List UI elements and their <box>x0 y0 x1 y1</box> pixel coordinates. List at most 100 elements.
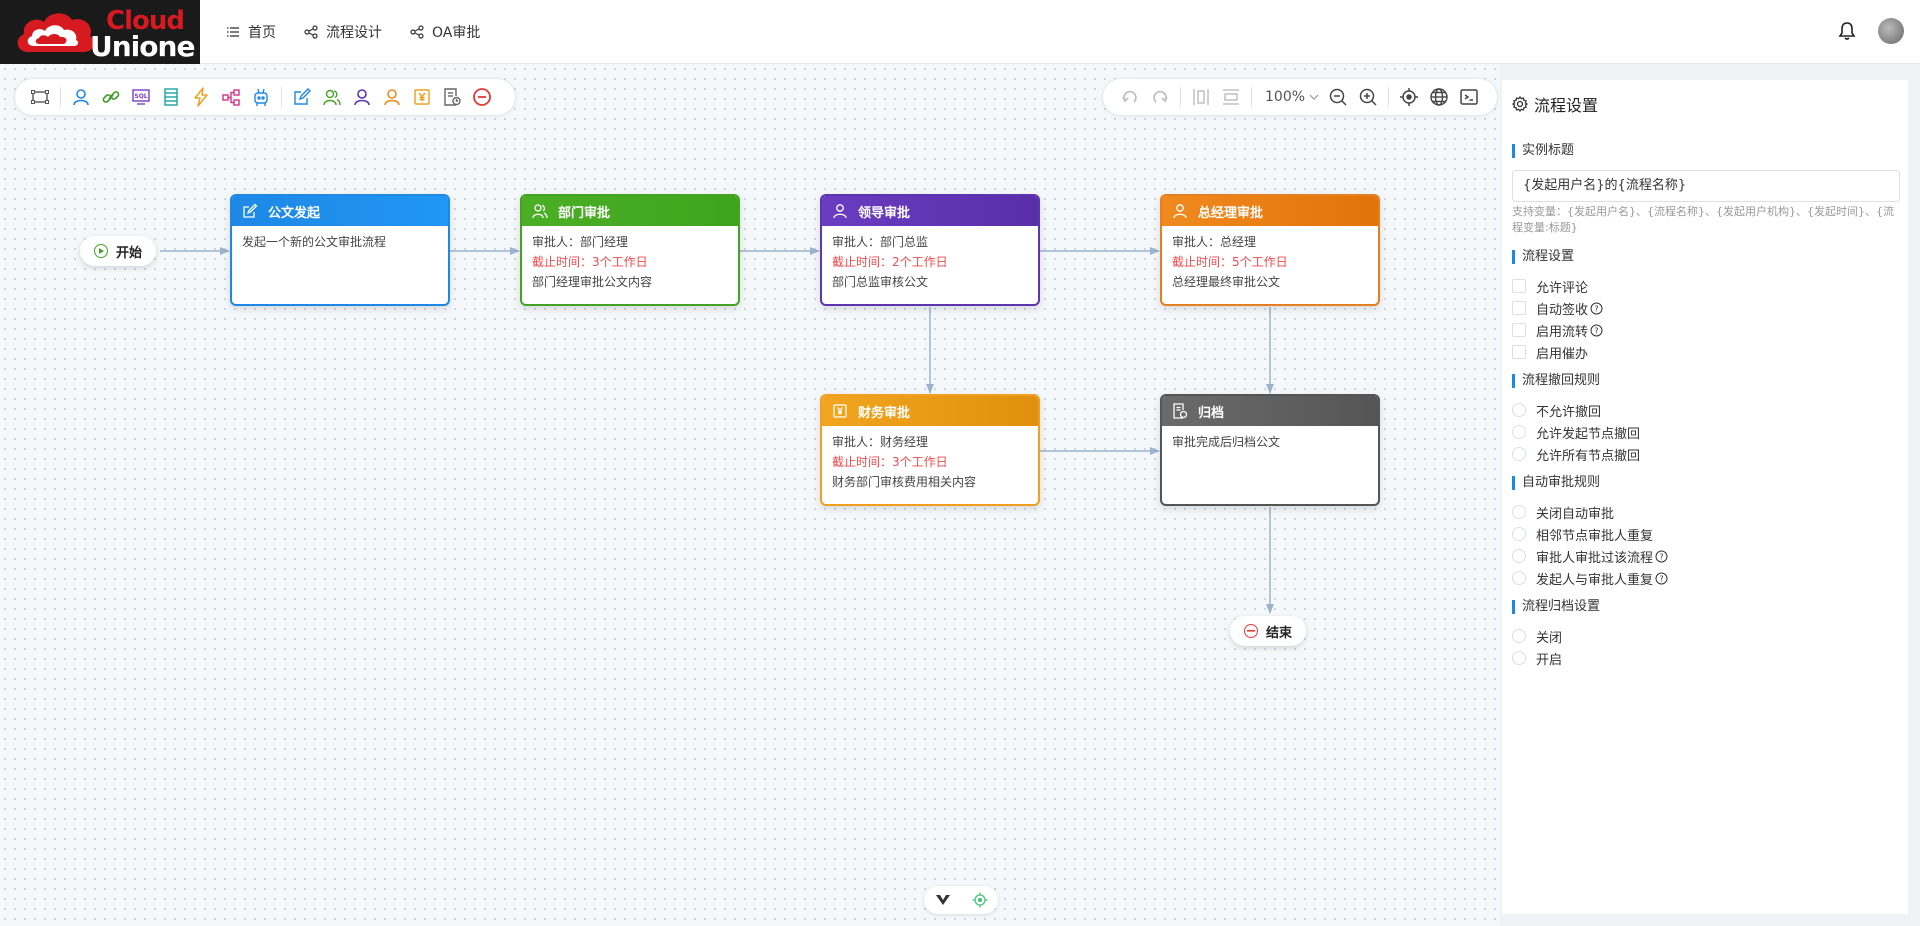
start-node[interactable]: 开始 <box>80 236 157 266</box>
nav-flow-design[interactable]: 流程设计 <box>290 0 396 64</box>
toolbar-divider <box>1388 87 1390 107</box>
help-icon[interactable]: ? <box>1655 550 1668 563</box>
help-icon[interactable]: ? <box>1590 302 1603 315</box>
flow-canvas[interactable]: SQL 100% 开始 公文发起 发起一个新的公文审批流程 部门审批 审批人：部… <box>0 64 1500 926</box>
flow-icon <box>304 25 318 39</box>
robot-icon[interactable] <box>246 82 276 112</box>
checkbox-auto-sign[interactable]: 自动签收? <box>1512 299 1603 318</box>
subflow-icon[interactable] <box>216 82 246 112</box>
radio[interactable] <box>1512 425 1526 439</box>
toolbar-divider <box>281 87 282 107</box>
node-leader-approval[interactable]: 领导审批 审批人：部门总监 截止时间：2个工作日 部门总监审核公文 <box>820 194 1040 306</box>
radio[interactable] <box>1512 629 1526 643</box>
brand-logo[interactable]: Cloud Unione <box>0 0 200 64</box>
user-icon <box>1173 204 1187 219</box>
end-icon[interactable] <box>467 82 497 112</box>
radio-initiator-duplicate[interactable]: 发起人与审批人重复? <box>1512 569 1668 588</box>
help-icon[interactable]: ? <box>1590 324 1603 337</box>
radio[interactable] <box>1512 571 1526 585</box>
help-icon[interactable]: ? <box>1655 572 1668 585</box>
node-leader-desc: 部门总监审核公文 <box>832 275 929 289</box>
terminal-icon[interactable] <box>1454 82 1484 112</box>
node-gm-deadline: 截止时间：5个工作日 <box>1172 255 1288 269</box>
node-initiate[interactable]: 公文发起 发起一个新的公文审批流程 <box>230 194 450 306</box>
node-gm-approval[interactable]: 总经理审批 审批人：总经理 截止时间：5个工作日 总经理最终审批公文 <box>1160 194 1380 306</box>
radio-archive-on[interactable]: 开启 <box>1512 649 1562 668</box>
node-dept-approval[interactable]: 部门审批 审批人：部门经理 截止时间：3个工作日 部门经理审批公文内容 <box>520 194 740 306</box>
node-archive[interactable]: 归档 审批完成后归档公文 <box>1160 394 1380 506</box>
header-actions <box>1838 18 1904 44</box>
section-withdraw-rules: 流程撤回规则 <box>1512 374 1600 388</box>
bell-icon[interactable] <box>1838 21 1856 41</box>
form-icon[interactable] <box>156 82 186 112</box>
radio[interactable] <box>1512 403 1526 417</box>
nav-home-label: 首页 <box>248 25 276 41</box>
radio-disable-auto[interactable]: 关闭自动审批 <box>1512 503 1614 522</box>
link-icon[interactable] <box>96 82 126 112</box>
node-finance-title: 财务审批 <box>858 405 911 421</box>
svg-text:?: ? <box>1659 574 1663 583</box>
center-icon[interactable] <box>972 892 988 908</box>
instance-title-input[interactable]: {发起用户名}的{流程名称} <box>1512 170 1900 202</box>
radio[interactable] <box>1512 549 1526 563</box>
finance-icon[interactable] <box>407 82 437 112</box>
checkbox-allow-comment[interactable]: 允许评论 <box>1512 277 1588 296</box>
orange-user-icon[interactable] <box>377 82 407 112</box>
checkbox[interactable] <box>1512 301 1526 315</box>
radio[interactable] <box>1512 447 1526 461</box>
checkbox-enable-urge[interactable]: 启用催办 <box>1512 343 1588 362</box>
node-dept-approver: 审批人：部门经理 <box>532 235 629 249</box>
zoom-in-icon[interactable] <box>1353 82 1383 112</box>
zoom-select[interactable]: 100% <box>1265 89 1319 105</box>
zoom-value: 100% <box>1265 89 1306 105</box>
align-horizontal-icon[interactable] <box>1216 82 1246 112</box>
collapse-icon[interactable] <box>935 893 951 907</box>
node-dept-title: 部门审批 <box>558 205 611 221</box>
archive-icon[interactable] <box>437 82 467 112</box>
nav-home[interactable]: 首页 <box>212 0 290 64</box>
list-icon <box>227 27 239 37</box>
radio[interactable] <box>1512 527 1526 541</box>
checkbox[interactable] <box>1512 345 1526 359</box>
radio-no-withdraw[interactable]: 不允许撤回 <box>1512 401 1601 420</box>
node-archive-title: 归档 <box>1198 405 1225 421</box>
user-icon[interactable] <box>66 82 96 112</box>
sql-icon[interactable]: SQL <box>126 82 156 112</box>
node-dept-desc: 部门经理审批公文内容 <box>532 275 653 289</box>
start-label: 开始 <box>116 245 143 261</box>
lightning-icon[interactable] <box>186 82 216 112</box>
end-node[interactable]: 结束 <box>1230 616 1307 646</box>
undo-icon[interactable] <box>1115 82 1145 112</box>
instance-title-hint: 支持变量：{发起用户名}、{流程名称}、{发起用户机构}、{发起时间}、{流程变… <box>1512 205 1894 234</box>
multi-user-icon[interactable] <box>317 82 347 112</box>
top-header: Cloud Unione 首页 流程设计 OA审批 <box>0 0 1920 64</box>
globe-icon[interactable] <box>1424 82 1454 112</box>
redo-icon[interactable] <box>1145 82 1175 112</box>
zoom-out-icon[interactable] <box>1323 82 1353 112</box>
nav-flow-design-label: 流程设计 <box>326 25 382 41</box>
avatar[interactable] <box>1878 18 1904 44</box>
checkbox[interactable] <box>1512 279 1526 293</box>
toolbar-divider <box>60 87 61 107</box>
edit-icon[interactable] <box>287 82 317 112</box>
finance-icon <box>833 404 847 418</box>
radio[interactable] <box>1512 651 1526 665</box>
select-area-icon[interactable] <box>25 82 55 112</box>
multi-user-icon <box>532 204 548 219</box>
checkbox[interactable] <box>1512 323 1526 337</box>
radio-start-node-withdraw[interactable]: 允许发起节点撤回 <box>1512 423 1640 442</box>
nav-oa-approval[interactable]: OA审批 <box>396 0 494 64</box>
radio-adjacent-duplicate[interactable]: 相邻节点审批人重复 <box>1512 525 1653 544</box>
radio-approver-approved[interactable]: 审批人审批过该流程? <box>1512 547 1668 566</box>
radio[interactable] <box>1512 505 1526 519</box>
align-vertical-icon[interactable] <box>1186 82 1216 112</box>
radio-archive-off[interactable]: 关闭 <box>1512 627 1562 646</box>
edit-icon <box>243 203 258 218</box>
toolbar-divider <box>1251 87 1252 107</box>
checkbox-enable-transfer[interactable]: 启用流转? <box>1512 321 1603 340</box>
locate-icon[interactable] <box>1394 82 1424 112</box>
end-icon <box>1244 624 1258 638</box>
node-finance-approval[interactable]: 财务审批 审批人：财务经理 截止时间：3个工作日 财务部门审核费用相关内容 <box>820 394 1040 506</box>
radio-all-nodes-withdraw[interactable]: 允许所有节点撤回 <box>1512 445 1640 464</box>
purple-user-icon[interactable] <box>347 82 377 112</box>
